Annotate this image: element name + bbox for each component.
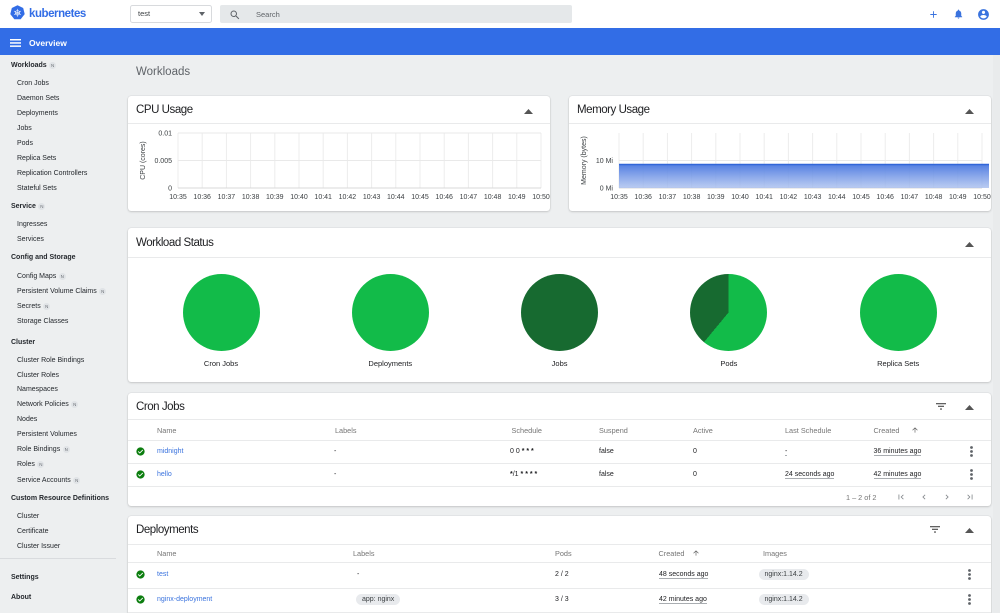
- svg-text:10:45: 10:45: [852, 194, 870, 201]
- svg-text:0 Mi: 0 Mi: [600, 186, 614, 193]
- svg-text:10:43: 10:43: [804, 194, 822, 201]
- svg-text:10:46: 10:46: [876, 194, 894, 201]
- svg-text:0: 0: [168, 186, 172, 193]
- svg-text:10:47: 10:47: [901, 194, 919, 201]
- svg-text:10:35: 10:35: [610, 194, 628, 201]
- svg-text:10:40: 10:40: [290, 194, 308, 201]
- svg-text:10:36: 10:36: [634, 194, 652, 201]
- svg-text:10:48: 10:48: [484, 194, 502, 201]
- svg-text:10:39: 10:39: [707, 194, 725, 201]
- svg-text:10:49: 10:49: [949, 194, 967, 201]
- svg-text:10:46: 10:46: [435, 194, 453, 201]
- svg-text:10:44: 10:44: [828, 194, 846, 201]
- svg-text:10:41: 10:41: [314, 194, 332, 201]
- svg-text:0.01: 0.01: [158, 131, 172, 138]
- svg-text:CPU (cores): CPU (cores): [140, 141, 147, 180]
- svg-text:10:45: 10:45: [411, 194, 429, 201]
- svg-text:10:48: 10:48: [925, 194, 943, 201]
- svg-text:10:42: 10:42: [780, 194, 798, 201]
- svg-text:10:37: 10:37: [218, 194, 236, 201]
- svg-text:10:38: 10:38: [683, 194, 701, 201]
- svg-text:0.005: 0.005: [154, 158, 172, 165]
- svg-text:10:35: 10:35: [169, 194, 187, 201]
- svg-text:10 Mi: 10 Mi: [596, 158, 614, 165]
- svg-text:10:43: 10:43: [363, 194, 381, 201]
- svg-text:10:41: 10:41: [755, 194, 773, 201]
- svg-text:10:49: 10:49: [508, 194, 526, 201]
- svg-text:10:36: 10:36: [193, 194, 211, 201]
- svg-text:10:47: 10:47: [460, 194, 478, 201]
- svg-text:10:37: 10:37: [659, 194, 677, 201]
- svg-text:Memory (bytes): Memory (bytes): [581, 136, 588, 185]
- svg-text:10:39: 10:39: [266, 194, 284, 201]
- svg-text:10:50: 10:50: [532, 194, 550, 201]
- svg-text:10:40: 10:40: [731, 194, 749, 201]
- svg-text:10:42: 10:42: [339, 194, 357, 201]
- svg-text:10:38: 10:38: [242, 194, 260, 201]
- svg-text:10:44: 10:44: [387, 194, 405, 201]
- svg-text:10:50: 10:50: [973, 194, 991, 201]
